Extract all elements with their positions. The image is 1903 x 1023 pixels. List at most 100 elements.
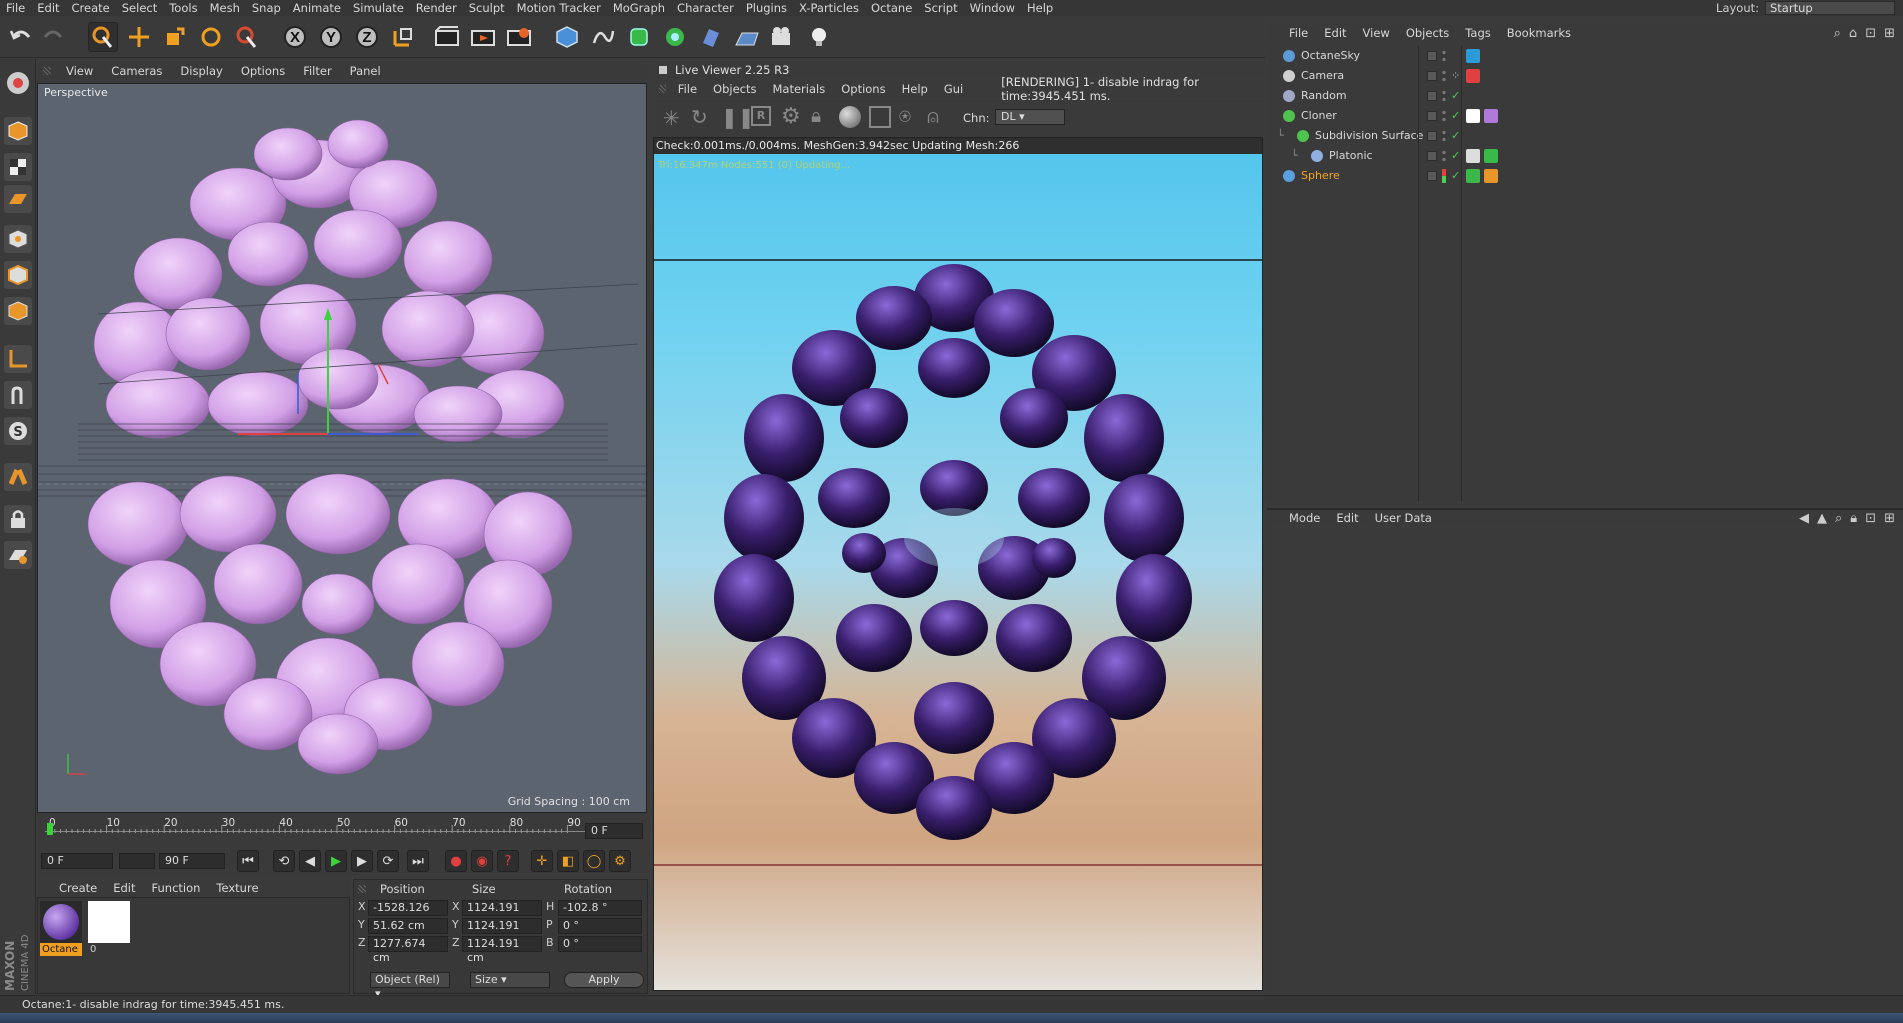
menu-item[interactable]: Character [671,1,740,15]
go-to-start-icon[interactable]: ⏮ [237,850,259,872]
object-manager-menu-item[interactable]: View [1355,26,1398,40]
visibility-dots[interactable] [1442,69,1446,83]
object-tag-icon[interactable] [1466,149,1480,163]
viewport-menu-item[interactable]: Options [232,64,294,78]
menu-item[interactable]: File [0,1,31,15]
attribute-menu-item[interactable]: User Data [1367,511,1440,525]
material-menu-item[interactable]: Function [144,881,209,895]
lock-workplane-icon[interactable] [4,505,32,533]
pick-material-icon[interactable]: ⍝ [927,104,939,128]
viewport-menu-item[interactable]: Cameras [102,64,171,78]
apply-button[interactable]: Apply [564,972,644,988]
material-menu-item[interactable]: Edit [105,881,143,895]
white-material-swatch[interactable] [88,901,130,943]
restart-render-icon[interactable]: ↻ [691,105,708,129]
clay-mode-icon[interactable] [869,106,891,128]
white-material-name[interactable]: 0 [88,943,130,956]
model-mode-icon[interactable] [4,117,32,145]
keyframe-selection-icon[interactable]: ? [497,850,519,872]
enabled-check-icon[interactable]: ✓ [1451,166,1460,186]
render-view-icon[interactable] [432,22,462,52]
attribute-panel-menu-icon[interactable]: ⊞ [1884,511,1895,526]
object-name[interactable]: Platonic [1329,146,1373,166]
menu-item[interactable]: Plugins [740,1,793,15]
x-axis-lock-icon[interactable]: X [280,22,310,52]
material-menu-item[interactable]: Create [51,881,105,895]
visibility-dots[interactable] [1442,129,1446,143]
live-viewer-menu-item[interactable]: Materials [765,82,834,96]
tweak-mode-icon[interactable] [4,381,32,409]
record-position-icon[interactable]: ✛ [531,850,553,872]
object-tag-icon[interactable] [1466,109,1480,123]
menu-item[interactable]: Select [116,1,163,15]
size-field[interactable]: 1124.191 cm [462,918,542,946]
object-name[interactable]: OctaneSky [1301,46,1360,66]
axis-mode-icon[interactable] [4,345,32,373]
texture-mode-icon[interactable] [4,153,32,181]
live-viewer-menu-item[interactable]: Help [894,82,936,96]
channel-dropdown[interactable]: DL ▾ [995,109,1065,125]
timeline-ruler[interactable]: 0102030405060708090 0 F [37,815,647,845]
live-viewer-grip[interactable] [659,85,666,93]
workplane-icon[interactable] [4,185,32,213]
object-manager-menu-item[interactable]: Objects [1398,26,1457,40]
object-tag-icon[interactable] [1466,169,1480,183]
layout-selector[interactable]: Layout: Startup [1716,0,1895,16]
size-field[interactable]: 1124.191 cm [462,936,542,964]
object-name[interactable]: Camera [1301,66,1344,86]
spline-pen-icon[interactable] [588,22,618,52]
menu-item[interactable]: Sculpt [463,1,511,15]
rotation-field[interactable]: 0 ° [558,936,642,952]
menu-item[interactable]: Script [918,1,963,15]
layer-toggle[interactable] [1427,151,1437,161]
object-name[interactable]: Random [1301,86,1347,106]
z-axis-lock-icon[interactable]: Z [352,22,382,52]
live-viewer-menu-item[interactable]: Options [833,82,893,96]
object-tag-icon[interactable] [1466,49,1480,63]
attribute-search-icon[interactable]: ⌕ [1835,511,1842,526]
live-selection-icon[interactable] [88,22,118,52]
playhead[interactable] [47,823,53,835]
visibility-dots[interactable] [1442,89,1446,103]
enabled-check-icon[interactable]: ✓ [1451,146,1460,166]
move-tool-icon[interactable] [124,22,154,52]
cloner-icon[interactable] [660,22,690,52]
object-row[interactable]: Cloner ✓ [1267,106,1903,126]
deformer-icon[interactable] [696,22,726,52]
current-frame-field[interactable]: 0 F [585,823,643,839]
layer-toggle[interactable] [1427,91,1437,101]
material-preview-icon[interactable] [839,106,861,128]
panel-menu-icon[interactable]: ⊞ [1884,26,1895,41]
magnet-icon[interactable] [4,463,32,491]
menu-item[interactable]: MoGraph [607,1,671,15]
attribute-new-view-icon[interactable]: ⊡ [1865,511,1876,526]
pick-focus-icon[interactable]: ⍟ [899,104,911,128]
material-menu-item[interactable]: Texture [208,881,266,895]
coordinate-system-icon[interactable] [388,22,418,52]
menu-item[interactable]: Mesh [204,1,246,15]
floor-icon[interactable] [732,22,762,52]
object-tag-icon[interactable] [1484,169,1498,183]
object-row[interactable]: OctaneSky [1267,46,1903,66]
enabled-check-icon[interactable]: ✓ [1451,126,1460,146]
layer-toggle[interactable] [1427,131,1437,141]
viewport-menu-item[interactable]: View [57,64,102,78]
enabled-check-icon[interactable]: ✓ [1451,106,1460,126]
coordinate-mode-dropdown[interactable]: Object (Rel) ▾ [370,972,450,1000]
object-row[interactable]: Camera ⁘ [1267,66,1903,86]
render-settings-icon[interactable] [504,22,534,52]
subdivision-surface-icon[interactable] [624,22,654,52]
grid-lock-icon[interactable] [4,541,32,569]
viewport-menu-item[interactable]: Panel [341,64,390,78]
object-tag-icon[interactable] [1484,149,1498,163]
menu-item[interactable]: Simulate [347,1,410,15]
live-viewer-menu-item[interactable]: Objects [705,82,764,96]
visibility-dots[interactable] [1442,49,1446,63]
previous-frame-icon[interactable]: ◀ [299,850,321,872]
coordinates-grip[interactable] [358,885,366,893]
camera-icon[interactable] [768,22,798,52]
menu-item[interactable]: Tools [163,1,203,15]
object-name[interactable]: Sphere [1301,166,1340,186]
live-viewer-menu-item[interactable]: Gui [936,82,971,96]
attribute-menu-item[interactable]: Mode [1281,511,1328,525]
